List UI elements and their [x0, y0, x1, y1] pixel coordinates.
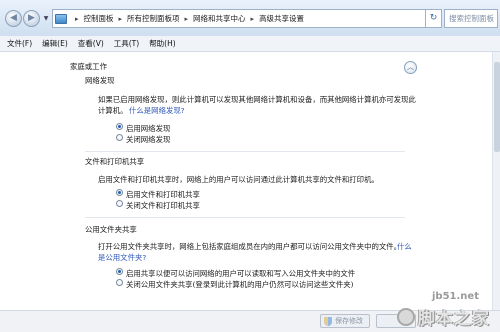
- recent-pages-dropdown[interactable]: ▼: [42, 15, 50, 23]
- refresh-button[interactable]: ↻: [426, 9, 442, 28]
- discovery-help-link[interactable]: 什么是网络发现?: [129, 105, 185, 116]
- save-button[interactable]: 保存修改: [320, 314, 370, 328]
- menu-view[interactable]: 查看(V): [78, 38, 104, 49]
- forward-button[interactable]: ▶: [23, 10, 40, 27]
- breadcrumb-item-advanced-sharing[interactable]: 高级共享设置: [259, 13, 304, 24]
- sharing-title: 文件和打印机共享: [85, 157, 145, 166]
- search-input[interactable]: 搜索控制面板: [444, 9, 498, 28]
- breadcrumb-separator: ▸: [118, 14, 123, 23]
- discovery-description-cont: 计算机。: [98, 106, 128, 115]
- discovery-on-label[interactable]: 启用网络发现: [126, 123, 170, 134]
- breadcrumb-item-control-panel[interactable]: 控制面板: [84, 13, 114, 24]
- menu-edit[interactable]: 编辑(E): [42, 38, 68, 49]
- breadcrumb-separator: ▸: [250, 14, 255, 23]
- save-button-label: 保存修改: [335, 317, 363, 325]
- watermark-name: 脚本之家: [418, 309, 490, 329]
- arrow-left-icon: ◀: [10, 13, 17, 23]
- public-help-link[interactable]: 什么: [397, 241, 412, 252]
- search-placeholder: 搜索控制面板: [449, 14, 494, 23]
- public-help-link-cont[interactable]: 是公用文件夹?: [98, 252, 146, 263]
- menu-tools[interactable]: 工具(T): [114, 38, 139, 49]
- scrollbar-thumb[interactable]: [494, 62, 500, 152]
- sharing-off-label[interactable]: 关闭文件和打印机共享: [126, 200, 200, 211]
- discovery-off-radio[interactable]: [116, 134, 123, 141]
- breadcrumb-separator: ▸: [184, 14, 189, 23]
- public-off-radio[interactable]: [116, 279, 123, 286]
- refresh-icon: ↻: [429, 13, 438, 23]
- public-description: 打开公用文件夹共享时，网络上包括家庭组成员在内的用户都可以访问公用文件夹中的文件…: [98, 242, 402, 251]
- sharing-on-label[interactable]: 启用文件和打印机共享: [126, 189, 200, 200]
- breadcrumb-item-all-items[interactable]: 所有控制面板项: [127, 13, 180, 24]
- public-on-radio[interactable]: [116, 268, 123, 275]
- public-on-label[interactable]: 启用共享以便可以访问网络的用户可以读取和写入公用文件夹中的文件: [126, 268, 355, 279]
- section-divider: [85, 217, 405, 218]
- public-off-label[interactable]: 关闭公用文件夹共享(登录到此计算机的用户仍然可以访问这些文件夹): [126, 279, 354, 290]
- sharing-off-radio[interactable]: [116, 200, 123, 207]
- back-button[interactable]: ◀: [5, 10, 22, 27]
- breadcrumb-separator: ▸: [75, 14, 79, 23]
- watermark-badge-icon: [397, 308, 415, 326]
- breadcrumb[interactable]: ▸ 控制面板 ▸ 所有控制面板项 ▸ 网络和共享中心 ▸ 高级共享设置: [52, 9, 426, 28]
- arrow-right-icon: ▶: [28, 13, 35, 23]
- uac-shield-icon: [324, 317, 332, 326]
- discovery-title: 网络发现: [85, 76, 115, 85]
- discovery-description: 如果已启用网络发现，则此计算机可以发现其他网络计算机和设备，而其他网络计算机亦可…: [98, 95, 416, 104]
- discovery-off-label[interactable]: 关闭网络发现: [126, 134, 170, 145]
- collapse-button[interactable]: ︿: [404, 61, 417, 74]
- control-panel-icon: [55, 13, 67, 24]
- address-bar: ◀ ▶ ▼ ▸ 控制面板 ▸ 所有控制面板项 ▸ 网络和共享中心 ▸ 高级共享设…: [0, 0, 500, 36]
- menu-help[interactable]: 帮助(H): [149, 38, 176, 49]
- chevron-down-icon: ▼: [43, 15, 49, 22]
- settings-content: 家庭或工作 ︿ 网络发现 如果已启用网络发现，则此计算机可以发现其他网络计算机和…: [0, 52, 492, 310]
- menu-file[interactable]: 文件(F): [7, 38, 32, 49]
- breadcrumb-item-network-center[interactable]: 网络和共享中心: [193, 13, 246, 24]
- vertical-scrollbar[interactable]: [492, 52, 500, 310]
- chevron-up-icon: ︿: [407, 63, 414, 71]
- profile-title: 家庭或工作: [70, 62, 107, 71]
- discovery-on-radio[interactable]: [116, 123, 123, 130]
- section-divider: [85, 151, 405, 152]
- sharing-description: 启用文件和打印机共享时，网络上的用户可以访问通过此计算机共享的文件和打印机。: [98, 175, 379, 184]
- public-title: 公用文件夹共享: [85, 225, 137, 234]
- sharing-on-radio[interactable]: [116, 189, 123, 196]
- menu-bar: 文件(F) 编辑(E) 查看(V) 工具(T) 帮助(H): [0, 36, 500, 52]
- watermark-domain: jb51.net: [432, 291, 479, 302]
